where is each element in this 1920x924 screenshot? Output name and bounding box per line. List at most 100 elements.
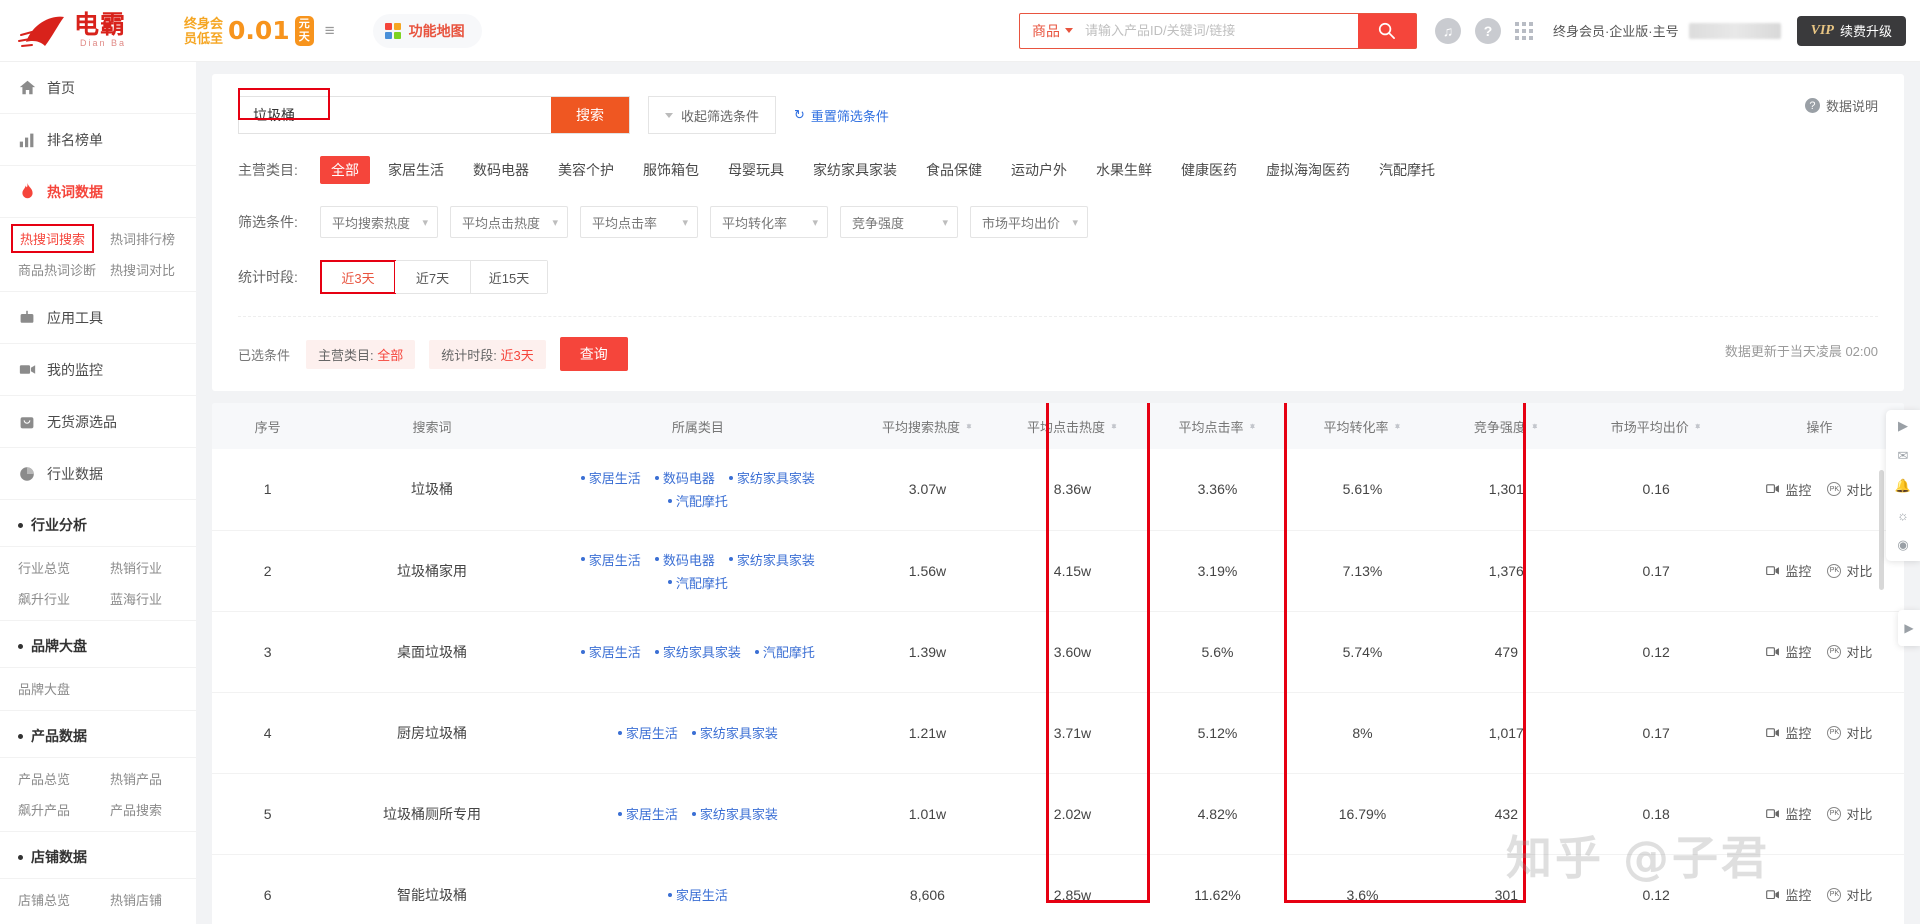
sidebar-item-hotwords[interactable]: 热词数据 [0, 166, 196, 218]
category-chip-auto-moto[interactable]: 汽配摩托 [1368, 156, 1446, 184]
promo-banner[interactable]: 终身会 员低至 0.01 元 天 ≡ [184, 15, 335, 46]
select-avg-search-heat[interactable]: 平均搜索热度 ▾ [320, 206, 438, 238]
compare-button[interactable]: PK 对比 [1827, 480, 1872, 499]
period-option-3days[interactable]: 近3天 [320, 260, 396, 294]
table-row[interactable]: 3 桌面垃圾桶 家居生活 家纺家具家装 汽配摩托 1.39w 3.60w 5.6% 5.74% 4… [212, 611, 1904, 693]
vertical-scrollbar[interactable] [1879, 470, 1884, 590]
sidebar-item-home[interactable]: 首页 [0, 62, 196, 114]
sort-icon[interactable]: ▲ ▼ [1394, 421, 1402, 430]
sidebar-link-shop-overview[interactable]: 店铺总览 [18, 890, 110, 909]
function-map-button[interactable]: 功能地图 [372, 13, 482, 48]
category-chip-health-medicine[interactable]: 健康医药 [1170, 156, 1248, 184]
category-chip-home-textile[interactable]: 家纺家具家装 [802, 156, 908, 184]
th-avg-ctr[interactable]: 平均点击率 ▲ ▼ [1144, 403, 1290, 449]
bell-icon[interactable]: 🔔 [1895, 478, 1911, 494]
table-row[interactable]: 2 垃圾桶家用 家居生活 数码电器 家纺家具家装 汽配摩托 1.56w 4.15w 3.19% 7… [212, 530, 1904, 612]
data-description-button[interactable]: ? 数据说明 [1804, 96, 1878, 115]
category-chip-digital[interactable]: 数码电器 [462, 156, 540, 184]
sort-icon[interactable]: ▲ ▼ [1249, 421, 1257, 430]
period-option-15days[interactable]: 近15天 [471, 261, 547, 293]
sidebar-link-hot-product[interactable]: 热销产品 [110, 769, 196, 788]
sidebar-item-industry-data[interactable]: 行业数据 [0, 448, 196, 500]
sidebar-link-hot-shop[interactable]: 热销店铺 [110, 890, 196, 909]
monitor-button[interactable]: 监控 [1766, 804, 1811, 823]
vip-renew-button[interactable]: VIP 续费升级 [1796, 15, 1906, 46]
keyword-input[interactable] [239, 97, 551, 133]
sidebar-link-blueocean-industry[interactable]: 蓝海行业 [110, 589, 196, 608]
compare-button[interactable]: PK 对比 [1827, 723, 1872, 742]
sidebar-link-product-overview[interactable]: 产品总览 [18, 769, 110, 788]
category-chip-home-living[interactable]: 家居生活 [377, 156, 455, 184]
sidebar-sub-hot-rank[interactable]: 热词排行榜 [110, 229, 196, 248]
table-row[interactable]: 1 垃圾桶 家居生活 数码电器 家纺家具家装 汽配摩托 3.07w 8.36w 3.36% 5.6… [212, 449, 1904, 531]
wechat-mini-program-icon[interactable]: ♫ [1434, 17, 1461, 44]
monitor-button[interactable]: 监控 [1766, 561, 1811, 580]
sidebar-link-brand-board[interactable]: 品牌大盘 [18, 679, 110, 698]
circle-icon[interactable]: ◉ [1897, 537, 1908, 553]
sort-icon[interactable]: ▲ ▼ [1531, 421, 1539, 430]
sidebar-sub-hot-compare[interactable]: 热搜词对比 [110, 260, 196, 279]
select-competition[interactable]: 竞争强度 ▾ [840, 206, 958, 238]
th-competition[interactable]: 竞争强度 ▲ ▼ [1435, 403, 1578, 449]
select-avg-ctr[interactable]: 平均点击率 ▾ [580, 206, 698, 238]
monitor-button[interactable]: 监控 [1766, 723, 1811, 742]
sort-icon[interactable]: ▲ ▼ [1694, 421, 1702, 430]
compare-button[interactable]: PK 对比 [1827, 885, 1872, 904]
monitor-button[interactable]: 监控 [1766, 885, 1811, 904]
th-avg-click-heat[interactable]: 平均点击热度 ▲ ▼ [999, 403, 1145, 449]
category-chip-sports-outdoor[interactable]: 运动户外 [1000, 156, 1078, 184]
sidebar-sub-product-diagnosis[interactable]: 商品热词诊断 [18, 260, 110, 279]
sidebar-link-product-search[interactable]: 产品搜索 [110, 800, 196, 819]
th-avg-cvr[interactable]: 平均转化率 ▲ ▼ [1289, 403, 1435, 449]
help-icon[interactable]: ? [1474, 17, 1501, 44]
category-chip-baby-toys[interactable]: 母婴玩具 [717, 156, 795, 184]
headset-icon[interactable]: ☼ [1897, 508, 1909, 523]
select-avg-cvr[interactable]: 平均转化率 ▾ [710, 206, 828, 238]
video-icon[interactable]: ▶ [1898, 418, 1908, 434]
sort-icon[interactable]: ▲ ▼ [965, 421, 973, 430]
chat-icon[interactable]: ✉ [1898, 448, 1909, 464]
compare-button[interactable]: PK 对比 [1827, 804, 1872, 823]
category-chip-beauty[interactable]: 美容个护 [547, 156, 625, 184]
table-row[interactable]: 6 智能垃圾桶 家居生活 8,606 2.85w 11.62% 3.6% 301 0.12 监控 P… [212, 854, 1904, 924]
table-row[interactable]: 4 厨房垃圾桶 家居生活 家纺家具家装 1.21w 3.71w 5.12% 8% 1,017 0.… [212, 692, 1904, 774]
monitor-button[interactable]: 监控 [1766, 642, 1811, 661]
sidebar-link-rising-product[interactable]: 飙升产品 [18, 800, 110, 819]
category-chip-all[interactable]: 全部 [320, 156, 370, 184]
compare-button[interactable]: PK 对比 [1827, 642, 1872, 661]
account-info[interactable]: 终身会员·企业版·主号 [1553, 21, 1781, 40]
search-submit-button[interactable] [1357, 13, 1416, 48]
search-input[interactable] [1082, 13, 1358, 48]
reset-filters-button[interactable]: ↻ 重置筛选条件 [794, 106, 889, 125]
period-option-7days[interactable]: 近7天 [395, 261, 471, 293]
apps-grid-icon[interactable] [1514, 21, 1533, 40]
list-menu-icon[interactable]: ≡ [325, 22, 335, 39]
th-market-avg-price[interactable]: 市场平均出价 ▲ ▼ [1577, 403, 1735, 449]
category-chip-fresh-fruit[interactable]: 水果生鲜 [1085, 156, 1163, 184]
select-market-avg-price[interactable]: 市场平均出价 ▾ [970, 206, 1088, 238]
sort-icon[interactable]: ▲ ▼ [1110, 421, 1118, 430]
th-avg-search-heat[interactable]: 平均搜索热度 ▲ ▼ [854, 403, 1000, 449]
select-avg-click-heat[interactable]: 平均点击热度 ▾ [450, 206, 568, 238]
category-chip-virtual-overseas[interactable]: 虚拟海淘医药 [1255, 156, 1361, 184]
sidebar-link-hot-industry[interactable]: 热销行业 [110, 558, 196, 577]
sidebar-item-dropship[interactable]: 无货源选品 [0, 396, 196, 448]
sidebar-link-industry-overview[interactable]: 行业总览 [18, 558, 110, 577]
cell-categories: 家居生活 数码电器 家纺家具家装 汽配摩托 [540, 530, 855, 612]
category-chip-apparel[interactable]: 服饰箱包 [632, 156, 710, 184]
rail-expand-arrow[interactable]: ▶ [1898, 610, 1920, 646]
brand-logo[interactable]: 电霸 Dian Ba [18, 11, 170, 51]
table-row[interactable]: 5 垃圾桶厕所专用 家居生活 家纺家具家装 1.01w 2.02w 4.82% 16.79% 4… [212, 773, 1904, 855]
sidebar-link-rising-industry[interactable]: 飙升行业 [18, 589, 110, 608]
compare-button[interactable]: PK 对比 [1827, 561, 1872, 580]
search-category-dropdown[interactable]: 商品 [1020, 14, 1083, 48]
monitor-button[interactable]: 监控 [1766, 480, 1811, 499]
sidebar-item-ranking[interactable]: 排名榜单 [0, 114, 196, 166]
collapse-filters-button[interactable]: 收起筛选条件 [648, 96, 777, 134]
query-button[interactable]: 查询 [559, 337, 628, 371]
sidebar-item-apptools[interactable]: 应用工具 [0, 292, 196, 344]
sidebar-item-monitor[interactable]: 我的监控 [0, 344, 196, 396]
category-chip-food-health[interactable]: 食品保健 [915, 156, 993, 184]
sidebar-sub-hot-search[interactable]: 热搜词搜索 [11, 224, 110, 253]
keyword-search-button[interactable]: 搜索 [551, 97, 629, 133]
